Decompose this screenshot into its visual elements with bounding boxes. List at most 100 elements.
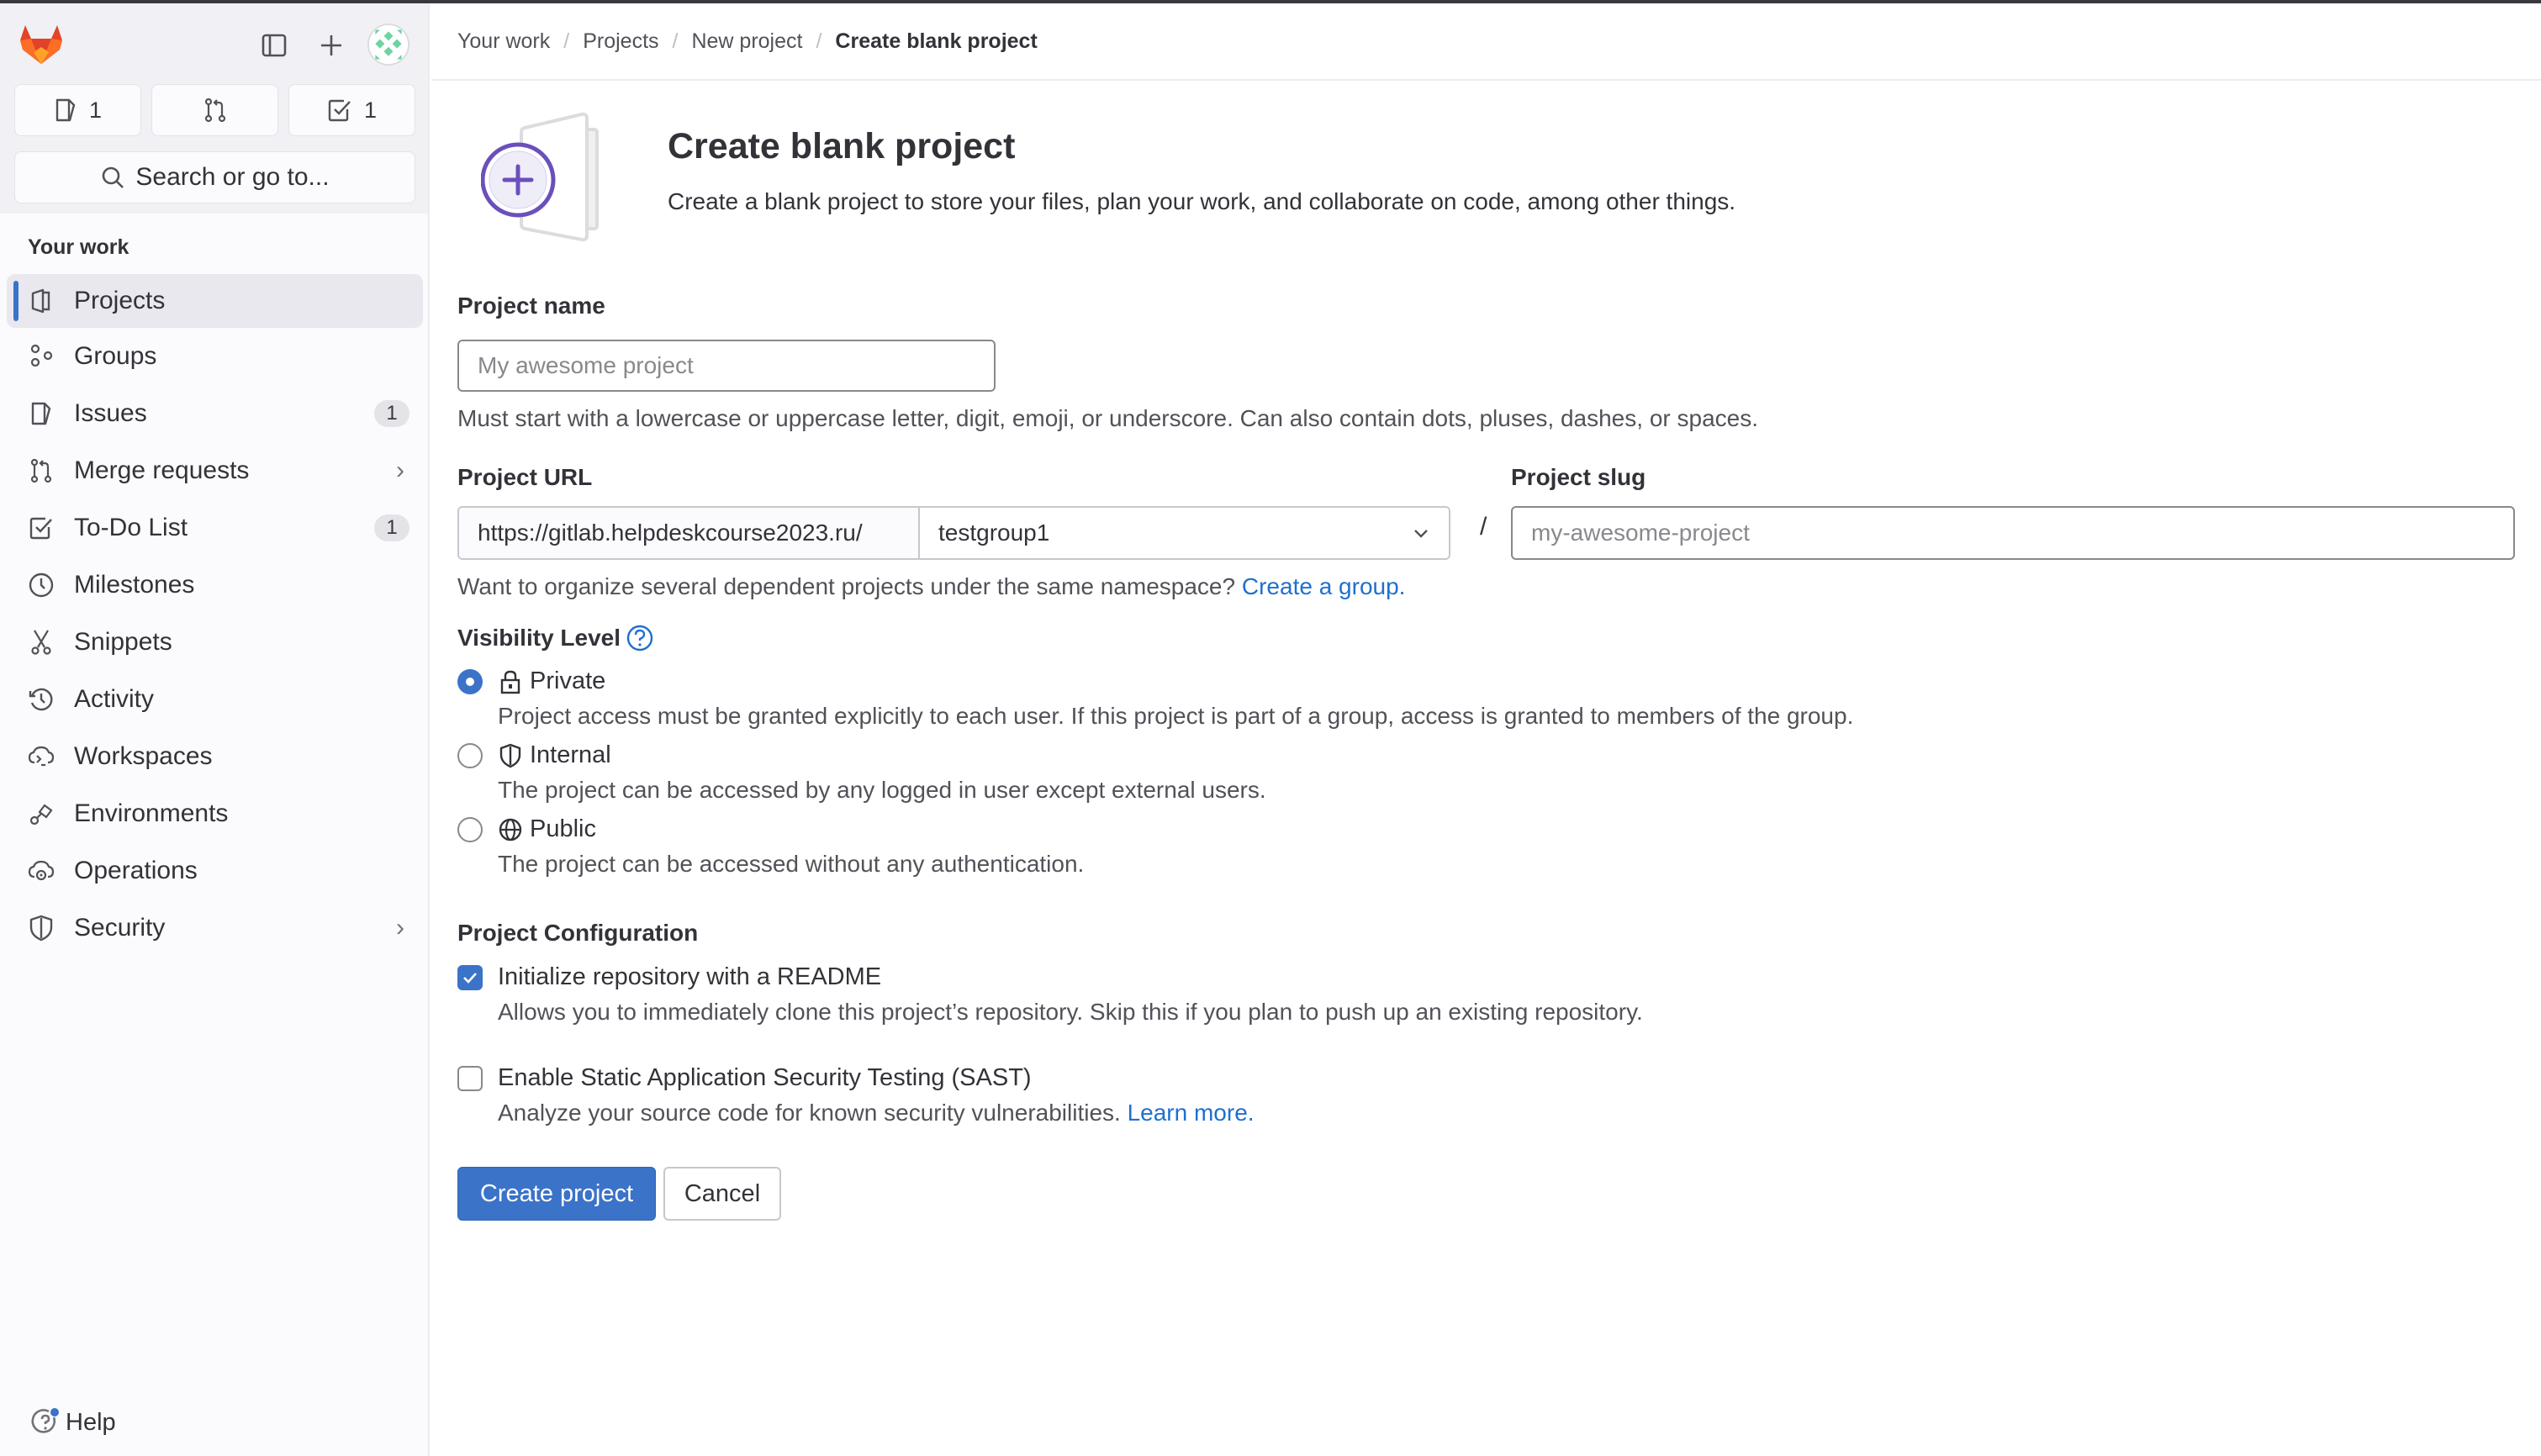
radio-private[interactable] [457, 668, 483, 694]
public-description: The project can be accessed without any … [498, 851, 1085, 877]
environment-icon [27, 799, 55, 828]
issues-counter-button[interactable]: 1 [14, 84, 141, 136]
cloud-terminal-icon [27, 742, 55, 771]
project-url-prefix: https://gitlab.helpdeskcourse2023.ru/ [459, 508, 920, 558]
visibility-label: Visibility Level [457, 625, 621, 651]
sidebar-item-activity[interactable]: Activity [7, 671, 423, 728]
sidebar-item-snippets[interactable]: Snippets [7, 614, 423, 671]
merge-request-icon [204, 98, 225, 123]
todo-icon [27, 514, 55, 542]
visibility-option-internal[interactable]: Internal [457, 741, 611, 769]
breadcrumb-your-work[interactable]: Your work [457, 29, 550, 54]
readme-label: Initialize repository with a README [498, 963, 882, 990]
readme-checkbox[interactable] [457, 964, 483, 990]
create-project-button[interactable]: Create project [457, 1167, 656, 1221]
page-description: Create a blank project to store your fil… [668, 188, 1736, 214]
sidebar-item-environments[interactable]: Environments [7, 785, 423, 842]
breadcrumb-new-project[interactable]: New project [691, 29, 802, 54]
lock-icon [498, 669, 523, 694]
chevron-right-icon: › [396, 914, 404, 942]
project-url-group: https://gitlab.helpdeskcourse2023.ru/ te… [457, 506, 1450, 560]
search-button[interactable]: Search or go to... [14, 151, 415, 203]
user-avatar[interactable] [367, 24, 409, 66]
project-url-label: Project URL [457, 464, 593, 490]
counter-row: 1 1 [14, 84, 415, 136]
visibility-label-row: Visibility Level [457, 624, 654, 652]
create-new-button[interactable] [311, 25, 351, 66]
breadcrumb: Your work / Projects / New project / Cre… [431, 3, 2541, 81]
breadcrumb-separator: / [672, 29, 679, 53]
breadcrumb-current[interactable]: Create blank project [835, 29, 1037, 54]
globe-icon [498, 817, 523, 842]
cloud-gear-icon [27, 857, 55, 885]
merge-requests-counter-button[interactable] [151, 84, 278, 136]
group-icon [27, 342, 55, 371]
sidebar-item-issues[interactable]: Issues 1 [7, 385, 423, 442]
gitlab-logo-icon[interactable] [18, 22, 64, 66]
sidebar-item-operations[interactable]: Operations [7, 842, 423, 899]
learn-more-link[interactable]: Learn more. [1128, 1100, 1255, 1126]
readme-description: Allows you to immediately clone this pro… [498, 999, 1643, 1025]
namespace-value: testgroup1 [938, 520, 1050, 546]
todo-icon [328, 99, 351, 122]
internal-description: The project can be accessed by any logge… [498, 777, 1266, 803]
visibility-option-private[interactable]: Private [457, 667, 605, 695]
issues-badge: 1 [374, 400, 409, 427]
sast-checkbox[interactable] [457, 1065, 483, 1091]
sidebar-item-merge-requests[interactable]: Merge requests › [7, 442, 423, 499]
create-group-link[interactable]: Create a group. [1242, 573, 1406, 599]
visibility-option-public[interactable]: Public [457, 815, 596, 843]
project-configuration-label: Project Configuration [457, 920, 699, 946]
chevron-down-icon [1410, 520, 1432, 552]
namespace-select[interactable]: testgroup1 [920, 508, 1449, 558]
project-name-label: Project name [457, 293, 605, 319]
radio-public[interactable] [457, 816, 483, 842]
help-icon [31, 1408, 59, 1433]
issues-icon [27, 399, 55, 428]
window-top-border [0, 0, 2541, 3]
breadcrumb-separator: / [816, 29, 822, 53]
shield-icon [27, 914, 55, 942]
sast-description: Analyze your source code for known secur… [498, 1100, 1255, 1126]
project-slug-label: Project slug [1511, 464, 1646, 490]
project-url-help: Want to organize several dependent proje… [457, 573, 1406, 599]
cancel-button[interactable]: Cancel [663, 1167, 781, 1221]
sidebar-item-security[interactable]: Security › [7, 899, 423, 957]
project-name-help: Must start with a lowercase or uppercase… [457, 405, 1758, 431]
project-icon [27, 287, 55, 315]
radio-internal[interactable] [457, 742, 483, 768]
todo-counter-button[interactable]: 1 [288, 84, 415, 136]
project-slug-input[interactable]: my-awesome-project [1511, 506, 2515, 560]
help-label: Help [66, 1408, 116, 1436]
shield-icon [498, 743, 523, 768]
private-label: Private [530, 667, 606, 694]
clock-icon [27, 571, 55, 599]
sidebar-nav: Projects Groups Issues 1 Merge requests … [0, 274, 430, 957]
breadcrumb-projects[interactable]: Projects [583, 29, 658, 54]
issues-count: 1 [88, 97, 103, 123]
sidebar-item-todo-list[interactable]: To-Do List 1 [7, 499, 423, 557]
help-button[interactable]: Help [30, 1407, 116, 1438]
chevron-right-icon: › [396, 456, 404, 484]
sidebar-item-projects[interactable]: Projects [7, 274, 423, 328]
issues-icon [55, 98, 76, 122]
help-circle-icon[interactable] [626, 624, 654, 652]
readme-option[interactable]: Initialize repository with a README [457, 963, 881, 991]
project-name-input[interactable]: My awesome project [457, 340, 996, 392]
collapse-sidebar-button[interactable] [254, 25, 294, 66]
todo-count: 1 [363, 97, 378, 123]
breadcrumb-separator: / [563, 29, 570, 53]
sidebar-item-milestones[interactable]: Milestones [7, 557, 423, 614]
sast-option[interactable]: Enable Static Application Security Testi… [457, 1064, 1032, 1092]
history-icon [27, 685, 55, 714]
plus-icon [321, 35, 341, 55]
page-header: Create blank project Create a blank proj… [457, 82, 2526, 251]
create-project-form: Create blank project Create a blank proj… [457, 82, 2526, 1221]
todo-badge: 1 [374, 514, 409, 541]
sidebar-item-groups[interactable]: Groups [7, 328, 423, 385]
sidebar-item-workspaces[interactable]: Workspaces [7, 728, 423, 785]
main-content: Your work / Projects / New project / Cre… [431, 3, 2541, 1456]
sast-label: Enable Static Application Security Testi… [498, 1064, 1032, 1091]
sidebar: 1 1 Search or go to... Your work Project… [0, 3, 430, 1456]
merge-request-icon [27, 456, 55, 485]
